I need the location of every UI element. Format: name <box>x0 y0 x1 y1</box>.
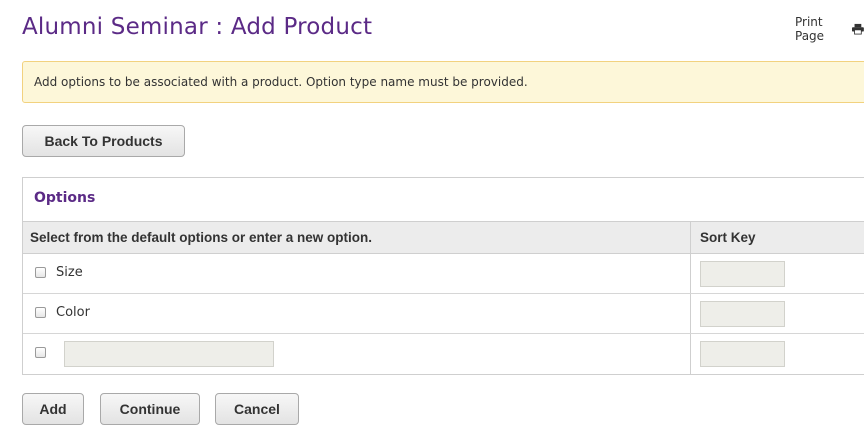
notice-text: Add options to be associated with a prod… <box>34 75 528 89</box>
option-size-checkbox[interactable] <box>35 267 46 278</box>
sort-key-color-input[interactable] <box>700 301 785 327</box>
sort-key-custom-input[interactable] <box>700 341 785 367</box>
page-title: Alumni Seminar : Add Product <box>22 14 373 40</box>
cancel-button[interactable]: Cancel <box>215 393 299 425</box>
info-notice: Add options to be associated with a prod… <box>22 61 864 103</box>
option-row-color: Color <box>23 294 864 334</box>
option-row-custom <box>23 334 864 374</box>
print-page-label: Print Page <box>795 15 825 43</box>
continue-button[interactable]: Continue <box>100 393 200 425</box>
sort-key-size-input[interactable] <box>700 261 785 287</box>
print-page-link[interactable]: Print Page <box>795 15 864 43</box>
back-to-products-button[interactable]: Back To Products <box>22 125 185 157</box>
option-row-size: Size <box>23 254 864 294</box>
options-table-header: Select from the default options or enter… <box>23 221 864 254</box>
add-button[interactable]: Add <box>22 393 84 425</box>
option-color-checkbox[interactable] <box>35 307 46 318</box>
option-size-label: Size <box>56 265 83 280</box>
column-header-sort-key: Sort Key <box>700 230 756 245</box>
new-option-input[interactable] <box>64 341 274 367</box>
printer-icon <box>852 23 864 35</box>
options-panel-title: Options <box>34 190 96 206</box>
column-header-option: Select from the default options or enter… <box>30 230 373 245</box>
option-color-label: Color <box>56 305 90 320</box>
options-panel: Options Select from the default options … <box>22 177 864 375</box>
option-custom-checkbox[interactable] <box>35 347 46 358</box>
